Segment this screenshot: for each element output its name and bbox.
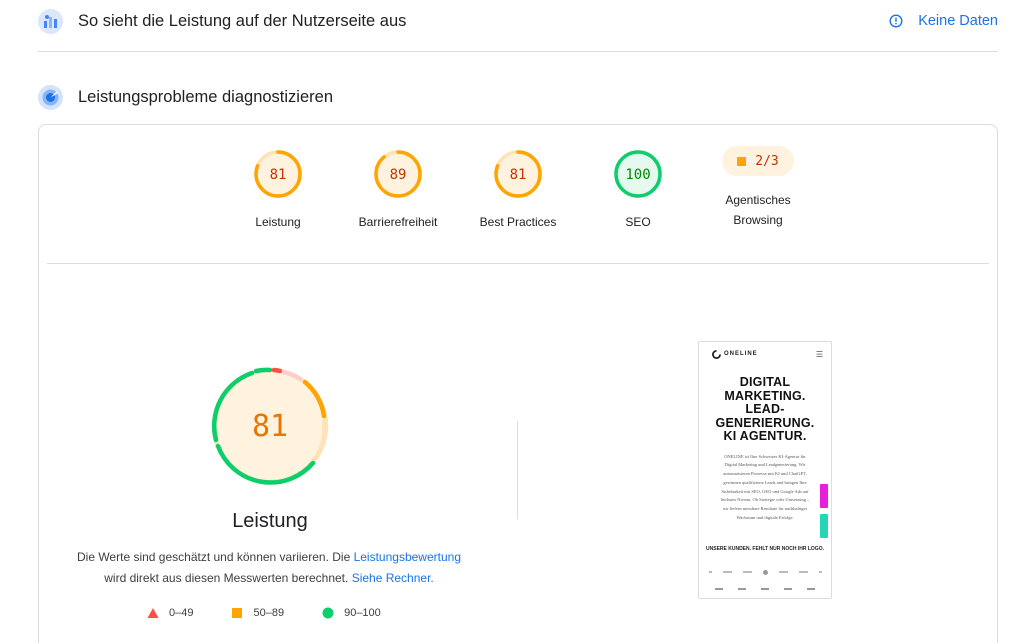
score-legend: 0–49 50–89 90–100 [147, 607, 419, 619]
info-icon [889, 14, 903, 28]
headline-line: DIGITAL [739, 375, 791, 389]
preview-subheadline: UNSERE KUNDEN. FEHLT NUR NOCH IHR LOGO. [706, 546, 824, 552]
gauge-score: 100 [625, 167, 650, 183]
gauge-leistung[interactable]: 81 Leistung [218, 149, 338, 232]
gauge-label: SEO [625, 215, 651, 229]
gauge-label: Agentisches Browsing [698, 190, 818, 230]
average-square-icon [737, 156, 747, 166]
preview-side-tag [820, 484, 828, 508]
preview-client-logos [703, 567, 827, 577]
score-calculation-link[interactable]: Leistungsbewertung [354, 550, 461, 564]
preview-client-logos-2 [707, 586, 823, 592]
legend-pass: 90–100 [322, 607, 381, 619]
page-screenshot-preview[interactable]: ONELINE ☰ DIGITAL MARKETING. LEAD- GENER… [698, 341, 832, 599]
gauge-barrierefreiheit[interactable]: 89 Barrierefreiheit [338, 149, 458, 232]
gauge-label: Leistung [255, 215, 301, 229]
diagnose-title: Leistungsprobleme diagnostizieren [78, 87, 333, 106]
card-divider [47, 263, 989, 264]
preview-side-tag [820, 514, 828, 538]
score-gauge-icon: 89 [374, 150, 422, 198]
gauge-score: 81 [510, 167, 527, 183]
users-chart-icon [38, 8, 63, 34]
preview-headline: DIGITAL MARKETING. LEAD- GENERIERUNG. KI… [699, 375, 831, 444]
headline-line: MARKETING. [724, 388, 806, 403]
gauge-label: Best Practices [479, 215, 557, 229]
gauge-seo[interactable]: 100 SEO [578, 149, 698, 232]
square-icon [232, 608, 243, 618]
calculator-link[interactable]: Siehe Rechner. [352, 571, 434, 585]
preview-logo: ONELINE [724, 351, 758, 357]
field-data-title: So sieht die Leistung auf der Nutzerseit… [78, 11, 407, 30]
legend-average: 50–89 [231, 607, 284, 619]
agentic-label-line1: Agentisches [725, 193, 791, 207]
performance-gauge-icon: 81 [211, 367, 329, 485]
vertical-divider [517, 421, 518, 519]
agentic-score: 2/3 [755, 153, 779, 169]
performance-description: Die Werte sind geschätzt und können vari… [59, 547, 479, 589]
headline-line: LEAD- [745, 402, 785, 416]
legend-label: 90–100 [344, 607, 381, 619]
agentic-score-pill: 2/3 [722, 146, 794, 176]
score-gauge-icon: 100 [614, 150, 662, 198]
circle-icon [322, 607, 334, 619]
headline-line: KI AGENTUR. [723, 429, 807, 443]
preview-body-text: ONELINE ist Ihre Schweizer KI-Agentur fü… [720, 453, 810, 521]
gauge-score: 81 [270, 167, 287, 183]
headline-line: GENERIERUNG. [715, 415, 815, 430]
diagnose-header: Leistungsprobleme diagnostizieren [38, 82, 998, 112]
category-gauges: 81 Leistung 89 Barrierefreiheit 81 Best … [39, 146, 997, 269]
hamburger-menu-icon: ☰ [815, 349, 823, 359]
desc-text: Die Werte sind geschätzt und können vari… [76, 550, 354, 564]
score-gauge-icon: 81 [254, 150, 302, 198]
agentic-label-line2: Browsing [733, 213, 783, 227]
score-gauge-icon: 81 [494, 150, 542, 198]
oneline-logo-icon [712, 349, 721, 359]
lighthouse-report-card: 81 Leistung 89 Barrierefreiheit 81 Best … [38, 124, 998, 643]
desc-text: wird direkt aus diesen Messwerten berech… [104, 571, 352, 585]
gauge-label: Barrierefreiheit [358, 215, 438, 229]
legend-label: 0–49 [169, 607, 194, 619]
lighthouse-icon [38, 84, 63, 110]
triangle-icon [147, 608, 159, 618]
performance-gauge: 81 [210, 366, 330, 491]
no-data-link[interactable]: Keine Daten [889, 13, 998, 29]
gauge-score: 89 [390, 167, 407, 183]
gauge-best-practices[interactable]: 81 Best Practices [458, 149, 578, 232]
field-data-header: So sieht die Leistung auf der Nutzerseit… [38, 6, 998, 36]
no-data-label[interactable]: Keine Daten [918, 13, 998, 29]
preview-navbar: ONELINE ☰ [699, 342, 831, 366]
performance-label: Leistung [232, 510, 308, 532]
performance-score: 81 [252, 409, 288, 444]
legend-fail: 0–49 [147, 607, 193, 619]
legend-label: 50–89 [253, 607, 285, 619]
gauge-agentic-browsing[interactable]: 2/3 Agentisches Browsing [698, 136, 818, 230]
section-divider [38, 51, 998, 52]
